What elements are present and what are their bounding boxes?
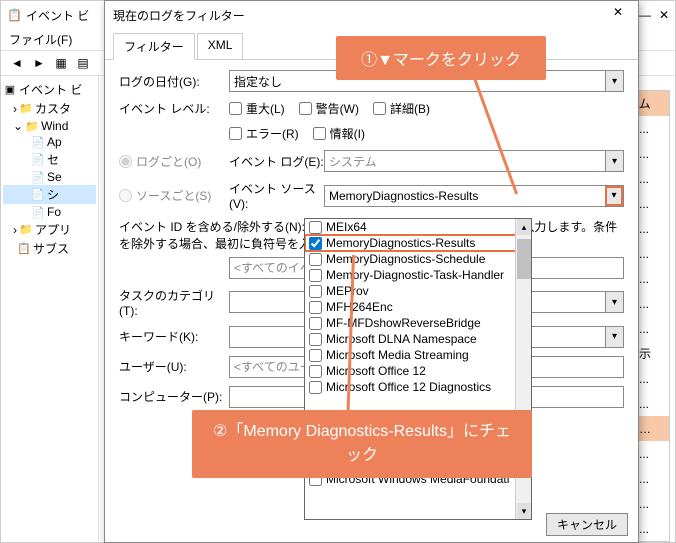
log-icon: 📄 [31, 188, 45, 202]
tree-custom[interactable]: ›📁カスタ [3, 99, 96, 118]
option-label: Microsoft Office 12 [326, 364, 426, 378]
callout-2: ②「Memory Diagnostics-Results」にチェック [192, 410, 532, 478]
event-source-label: イベント ソース(V): [229, 180, 324, 211]
scroll-down-icon[interactable]: ▾ [517, 503, 531, 519]
dialog-title: 現在のログをフィルター [113, 7, 245, 24]
tab-filter[interactable]: フィルター [113, 33, 195, 60]
close-icon[interactable]: ✕ [659, 8, 669, 22]
dialog-titlebar: 現在のログをフィルター ✕ [105, 1, 638, 29]
event-log-combo[interactable] [324, 150, 624, 172]
chevron-down-icon[interactable]: ▾ [605, 151, 623, 171]
chevron-down-icon[interactable]: ▾ [605, 71, 623, 91]
sub-icon: 📋 [17, 242, 31, 256]
dropdown-option[interactable]: MemoryDiagnostics-Schedule [305, 251, 531, 267]
tree-icon: ▣ [3, 83, 17, 97]
tree-item[interactable]: 📄Fo [3, 204, 96, 220]
callout-1: ①▼マークをクリック [336, 36, 546, 80]
tab-xml[interactable]: XML [197, 33, 244, 59]
tree-sub[interactable]: 📋サブス [3, 239, 96, 258]
radio-by-source: ソースごと(S) [119, 187, 229, 204]
option-label: MemoryDiagnostics-Results [326, 236, 475, 250]
scroll-up-icon[interactable]: ▴ [517, 219, 531, 235]
tb-icon2[interactable]: ▤ [73, 53, 93, 73]
log-icon: 📄 [31, 135, 45, 149]
task-label: タスクのカテゴリ(T): [119, 287, 229, 318]
option-checkbox[interactable] [309, 301, 322, 314]
app-icon: 📋 [7, 8, 22, 22]
option-label: MFH264Enc [326, 300, 393, 314]
dropdown-option[interactable]: Microsoft Office 12 Diagnostics [305, 379, 531, 395]
chk-warning[interactable]: 警告(W) [299, 100, 359, 117]
option-label: MEProv [326, 284, 369, 298]
chk-verbose[interactable]: 詳細(B) [373, 100, 430, 117]
user-label: ユーザー(U): [119, 358, 229, 375]
option-label: MEIx64 [326, 220, 367, 234]
cancel-button[interactable]: キャンセル [546, 513, 628, 536]
tree-item-system[interactable]: 📄シ [3, 185, 96, 204]
menu-file[interactable]: ファイル(F) [9, 33, 72, 47]
tree-windows[interactable]: ⌄📁Wind [3, 118, 96, 134]
option-checkbox[interactable] [309, 317, 322, 330]
option-checkbox[interactable] [309, 237, 322, 250]
keyword-label: キーワード(K): [119, 328, 229, 345]
log-icon: 📄 [31, 205, 45, 219]
tree-item[interactable]: 📄Ap [3, 134, 96, 150]
option-checkbox[interactable] [309, 365, 322, 378]
computer-label: コンピューター(P): [119, 388, 229, 405]
tree-item[interactable]: 📄Se [3, 169, 96, 185]
folder-icon: 📁 [25, 119, 39, 133]
tree-root[interactable]: ▣イベント ビ [3, 80, 96, 99]
folder-icon: 📁 [19, 223, 33, 237]
option-label: Microsoft Office 12 Diagnostics [326, 380, 491, 394]
option-checkbox[interactable] [309, 285, 322, 298]
option-checkbox[interactable] [309, 381, 322, 394]
back-icon[interactable]: ◄ [7, 53, 27, 73]
close-icon[interactable]: ✕ [606, 5, 630, 25]
scroll-thumb[interactable] [517, 239, 531, 279]
event-level-label: イベント レベル: [119, 100, 229, 117]
option-label: MemoryDiagnostics-Schedule [326, 252, 485, 266]
event-log-label: イベント ログ(E): [229, 153, 324, 170]
dropdown-option[interactable]: Memory-Diagnostic-Task-Handler [305, 267, 531, 283]
chk-error[interactable]: エラー(R) [229, 125, 299, 142]
tree-app[interactable]: ›📁アプリ [3, 220, 96, 239]
chevron-down-icon[interactable]: ▾ [605, 292, 623, 312]
dropdown-option[interactable]: MEIx64 [305, 219, 531, 235]
option-checkbox[interactable] [309, 349, 322, 362]
tb-icon[interactable]: ▦ [51, 53, 71, 73]
event-source-dropdown-button[interactable]: ▾ [605, 186, 623, 206]
folder-icon: 📁 [19, 102, 33, 116]
fwd-icon[interactable]: ► [29, 53, 49, 73]
option-checkbox[interactable] [309, 333, 322, 346]
chk-info[interactable]: 情報(I) [313, 125, 365, 142]
log-icon: 📄 [31, 170, 45, 184]
chk-critical[interactable]: 重大(L) [229, 100, 285, 117]
chevron-down-icon[interactable]: ▾ [605, 327, 623, 347]
option-checkbox[interactable] [309, 221, 322, 234]
dropdown-option[interactable]: MEProv [305, 283, 531, 299]
minimize-icon[interactable]: — [639, 8, 651, 22]
option-checkbox[interactable] [309, 253, 322, 266]
radio-by-log: ログごと(O) [119, 153, 229, 170]
tree-panel: ▣イベント ビ ›📁カスタ ⌄📁Wind 📄Ap 📄セ 📄Se 📄シ 📄Fo ›… [1, 76, 99, 541]
dropdown-option[interactable]: MemoryDiagnostics-Results [305, 235, 531, 251]
event-source-combo[interactable] [324, 185, 624, 207]
log-date-label: ログの日付(G): [119, 73, 229, 90]
dropdown-option[interactable]: MF-MFDshowReverseBridge [305, 315, 531, 331]
tree-item[interactable]: 📄セ [3, 150, 96, 169]
log-icon: 📄 [31, 153, 45, 167]
bg-title-text: イベント ビ [26, 7, 89, 24]
dropdown-option[interactable]: Microsoft Media Streaming [305, 347, 531, 363]
option-checkbox[interactable] [309, 269, 322, 282]
dropdown-option[interactable]: MFH264Enc [305, 299, 531, 315]
dropdown-option[interactable]: Microsoft DLNA Namespace [305, 331, 531, 347]
dropdown-option[interactable]: Microsoft Office 12 [305, 363, 531, 379]
